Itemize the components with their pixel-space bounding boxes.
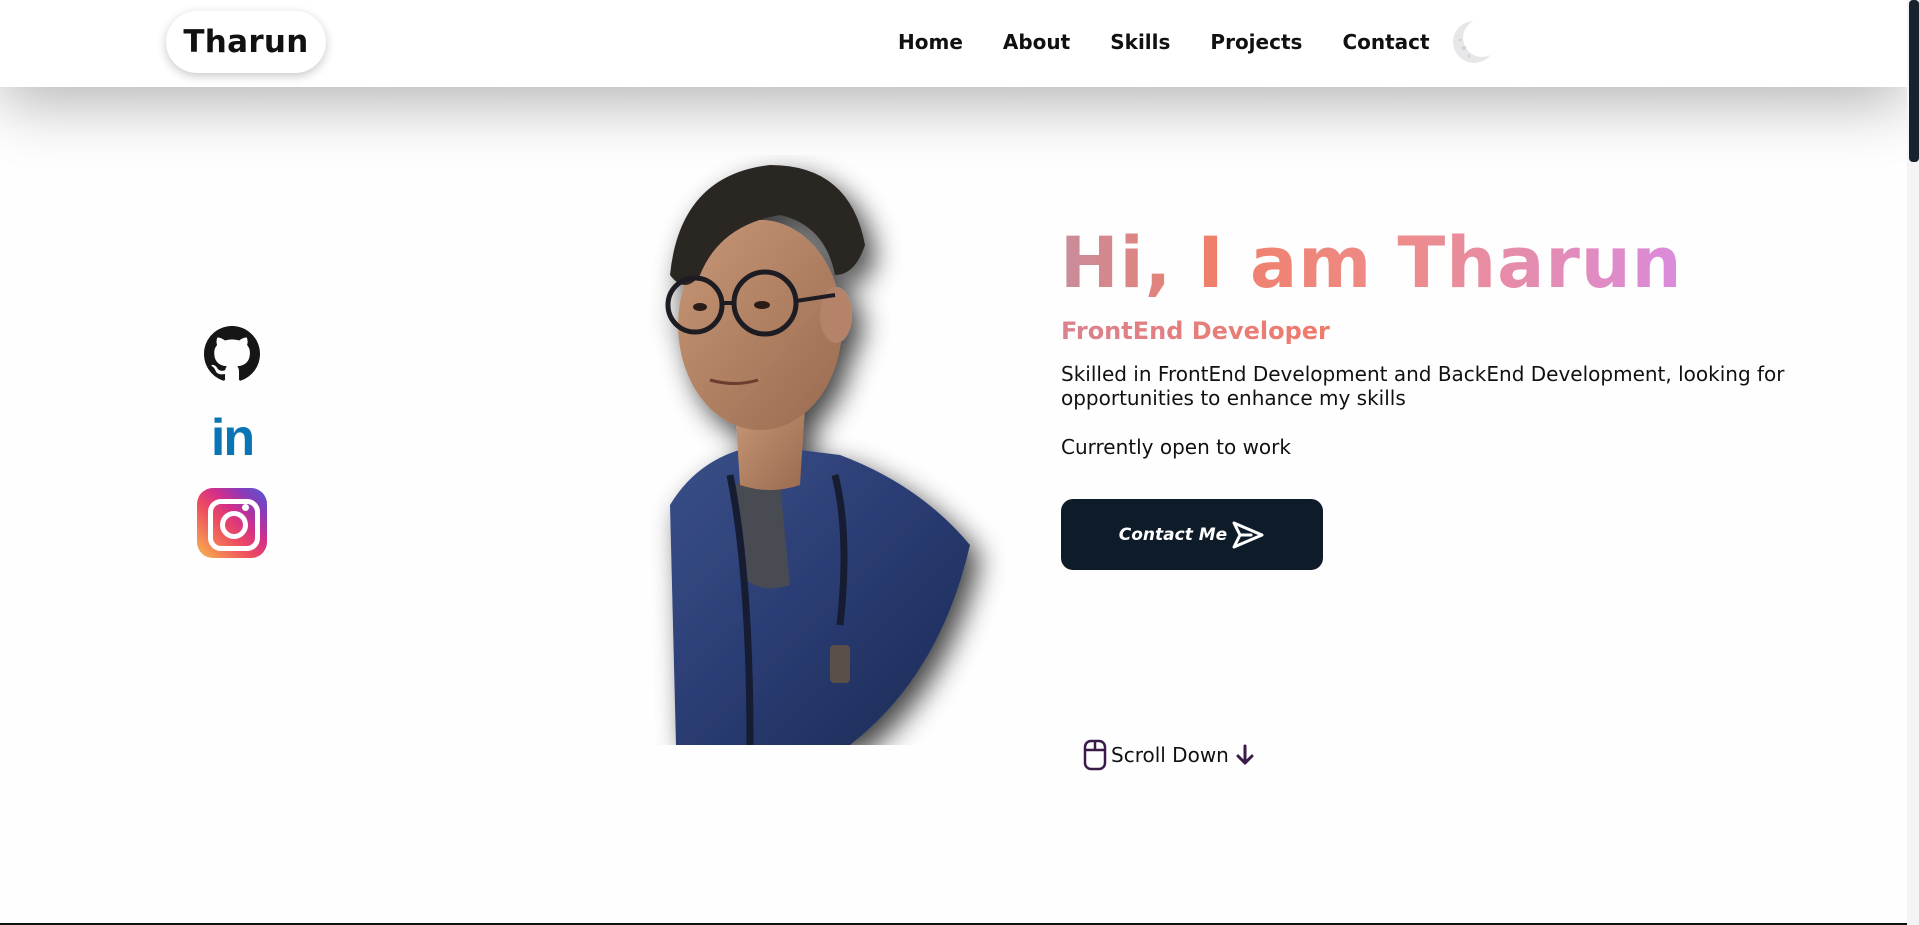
scrollbar[interactable] xyxy=(1907,0,1919,925)
hero-subtitle: FrontEnd Developer xyxy=(1061,317,1330,345)
scroll-down-label: Scroll Down xyxy=(1111,743,1229,767)
theme-toggle-button[interactable] xyxy=(1452,20,1496,64)
nav-link-about[interactable]: About xyxy=(1003,30,1070,54)
hero-title: Hi, I am Tharun xyxy=(1060,222,1683,304)
instagram-link[interactable] xyxy=(197,488,267,558)
nav-link-contact[interactable]: Contact xyxy=(1342,30,1429,54)
github-icon xyxy=(204,326,260,381)
send-icon xyxy=(1231,520,1265,550)
mouse-icon xyxy=(1083,739,1107,771)
work-status: Currently open to work xyxy=(1061,435,1291,459)
arrow-down-icon xyxy=(1235,744,1255,766)
contact-me-label: Contact Me xyxy=(1118,524,1228,545)
linkedin-icon: in xyxy=(210,409,255,467)
nav-links: Home About Skills Projects Contact xyxy=(898,0,1496,84)
moon-icon xyxy=(1452,21,1495,63)
profile-photo xyxy=(640,155,1010,746)
navbar: Tharun Home About Skills Projects Contac… xyxy=(0,0,1907,87)
nav-link-skills[interactable]: Skills xyxy=(1110,30,1170,54)
linkedin-link[interactable]: in xyxy=(206,409,258,467)
scrollbar-thumb[interactable] xyxy=(1909,0,1919,162)
nav-link-home[interactable]: Home xyxy=(898,30,963,54)
contact-me-button[interactable]: Contact Me xyxy=(1061,499,1323,570)
scroll-down-link[interactable]: Scroll Down xyxy=(1083,737,1255,773)
brand-logo[interactable]: Tharun xyxy=(166,11,326,73)
github-link[interactable] xyxy=(204,326,260,382)
instagram-icon xyxy=(197,488,267,558)
nav-link-projects[interactable]: Projects xyxy=(1210,30,1302,54)
page: Tharun Home About Skills Projects Contac… xyxy=(0,0,1919,925)
hero-description: Skilled in FrontEnd Development and Back… xyxy=(1061,362,1785,410)
